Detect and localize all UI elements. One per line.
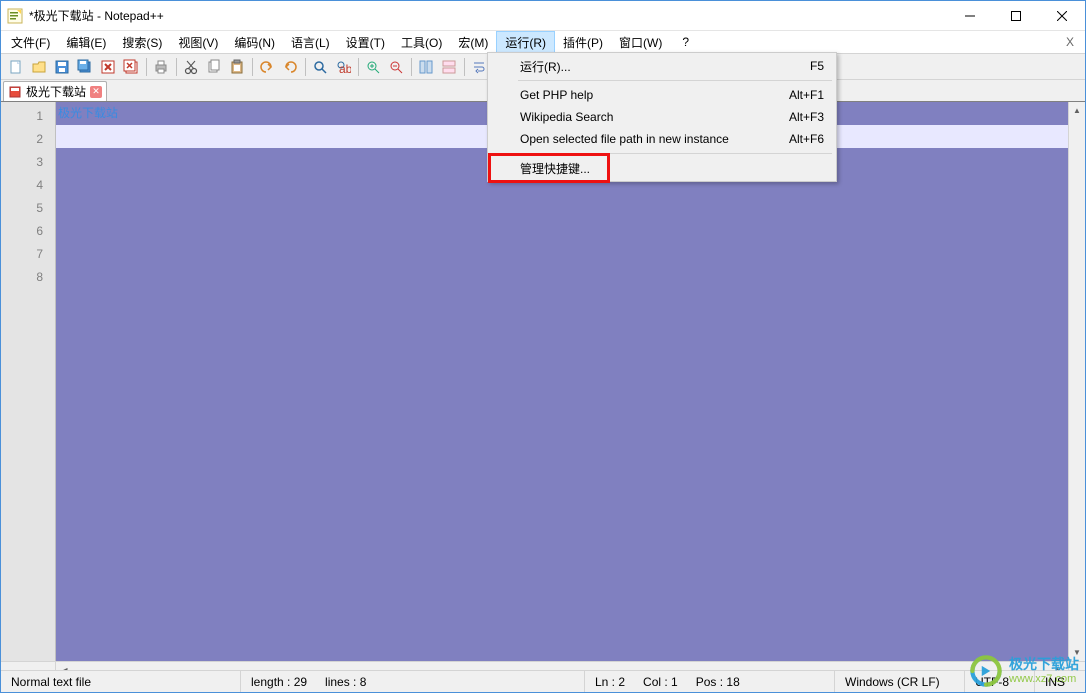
status-position: Ln : 2 Col : 1 Pos : 18	[585, 671, 835, 692]
line-number: 5	[1, 197, 43, 220]
editor-area: 1 2 3 4 5 6 7 8 极光下载站 ▲ ▼	[1, 101, 1085, 661]
close-button[interactable]	[1039, 1, 1085, 30]
cut-icon[interactable]	[180, 56, 202, 78]
watermark-url: www.xz7.com	[1009, 673, 1079, 686]
menu-item-shortcut: Alt+F6	[789, 132, 824, 146]
menubar-close-x[interactable]: X	[1055, 31, 1085, 53]
redo-icon[interactable]	[279, 56, 301, 78]
status-ln: Ln : 2	[595, 675, 625, 689]
menu-item-shortcut: F5	[810, 59, 824, 73]
zoom-out-icon[interactable]	[385, 56, 407, 78]
menu-item-label: Open selected file path in new instance	[520, 132, 729, 146]
menu-bar: 文件(F) 编辑(E) 搜索(S) 视图(V) 编码(N) 语言(L) 设置(T…	[1, 31, 1085, 53]
menu-item-shortcut: Alt+F1	[789, 88, 824, 102]
minimize-button[interactable]	[947, 1, 993, 30]
copy-icon[interactable]	[203, 56, 225, 78]
menu-settings[interactable]: 设置(T)	[338, 31, 393, 53]
save-icon[interactable]	[51, 56, 73, 78]
status-lines: lines : 8	[325, 675, 366, 689]
file-modified-icon	[8, 85, 22, 99]
undo-icon[interactable]	[256, 56, 278, 78]
sync-h-icon[interactable]	[438, 56, 460, 78]
title-bar: *极光下载站 - Notepad++	[1, 1, 1085, 31]
status-filetype: Normal text file	[1, 671, 241, 692]
menu-plugins[interactable]: 插件(P)	[555, 31, 611, 53]
menu-edit[interactable]: 编辑(E)	[58, 31, 114, 53]
zoom-in-icon[interactable]	[362, 56, 384, 78]
toolbar-separator	[464, 58, 465, 76]
line-number: 4	[1, 174, 43, 197]
menu-wikipedia-search[interactable]: Wikipedia Search Alt+F3	[490, 106, 834, 128]
text-editor[interactable]: 极光下载站	[56, 102, 1085, 661]
app-icon	[7, 8, 23, 24]
status-bar: Normal text file length : 29 lines : 8 L…	[1, 670, 1085, 692]
toolbar-separator	[358, 58, 359, 76]
print-icon[interactable]	[150, 56, 172, 78]
status-length: length : 29	[251, 675, 307, 689]
menu-encoding[interactable]: 编码(N)	[226, 31, 283, 53]
menu-language[interactable]: 语言(L)	[283, 31, 338, 53]
scroll-up-icon[interactable]: ▲	[1069, 102, 1085, 119]
menu-file[interactable]: 文件(F)	[3, 31, 58, 53]
menu-open-file-new-instance[interactable]: Open selected file path in new instance …	[490, 128, 834, 150]
close-file-icon[interactable]	[97, 56, 119, 78]
save-all-icon[interactable]	[74, 56, 96, 78]
toolbar-separator	[146, 58, 147, 76]
maximize-button[interactable]	[993, 1, 1039, 30]
menu-item-label: Wikipedia Search	[520, 110, 613, 124]
menu-item-label: Get PHP help	[520, 88, 593, 102]
menu-item-label: 运行(R)...	[520, 58, 571, 75]
status-eol[interactable]: Windows (CR LF)	[835, 671, 965, 692]
new-file-icon[interactable]	[5, 56, 27, 78]
window-controls	[947, 1, 1085, 30]
find-icon[interactable]	[309, 56, 331, 78]
line-number: 7	[1, 243, 43, 266]
menu-view[interactable]: 视图(V)	[170, 31, 226, 53]
status-length-lines: length : 29 lines : 8	[241, 671, 585, 692]
menu-get-php-help[interactable]: Get PHP help Alt+F1	[490, 84, 834, 106]
replace-icon[interactable]: ab	[332, 56, 354, 78]
tab-label: 极光下载站	[26, 83, 86, 100]
open-file-icon[interactable]	[28, 56, 50, 78]
menu-tools[interactable]: 工具(O)	[393, 31, 450, 53]
paste-icon[interactable]	[226, 56, 248, 78]
menu-run[interactable]: 运行(R)	[496, 31, 555, 53]
menu-macro[interactable]: 宏(M)	[450, 31, 496, 53]
file-tab[interactable]: 极光下载站 ✕	[3, 81, 107, 101]
window-title: *极光下载站 - Notepad++	[29, 7, 947, 24]
toolbar-separator	[176, 58, 177, 76]
menu-search[interactable]: 搜索(S)	[114, 31, 170, 53]
line-number: 8	[1, 266, 43, 289]
watermark-logo-icon	[969, 654, 1003, 688]
menu-separator	[518, 80, 832, 81]
sync-v-icon[interactable]	[415, 56, 437, 78]
line-number: 2	[1, 128, 43, 151]
line-number: 1	[1, 105, 43, 128]
toolbar-separator	[411, 58, 412, 76]
selection-background	[56, 148, 1085, 661]
line-number-gutter: 1 2 3 4 5 6 7 8	[1, 102, 56, 661]
menu-help[interactable]: ?	[674, 31, 697, 53]
annotation-highlight-box	[488, 153, 610, 183]
line-number: 6	[1, 220, 43, 243]
svg-text:ab: ab	[339, 62, 351, 75]
tab-close-icon[interactable]: ✕	[90, 86, 102, 98]
status-col: Col : 1	[643, 675, 678, 689]
vertical-scrollbar[interactable]: ▲ ▼	[1068, 102, 1085, 661]
watermark: 极光下载站 www.xz7.com	[969, 654, 1079, 688]
menu-window[interactable]: 窗口(W)	[611, 31, 670, 53]
watermark-title: 极光下载站	[1009, 656, 1079, 673]
close-all-icon[interactable]	[120, 56, 142, 78]
toolbar-separator	[305, 58, 306, 76]
status-pos: Pos : 18	[696, 675, 740, 689]
menu-run-command[interactable]: 运行(R)... F5	[490, 55, 834, 77]
toolbar-separator	[252, 58, 253, 76]
menu-item-shortcut: Alt+F3	[789, 110, 824, 124]
line-number: 3	[1, 151, 43, 174]
